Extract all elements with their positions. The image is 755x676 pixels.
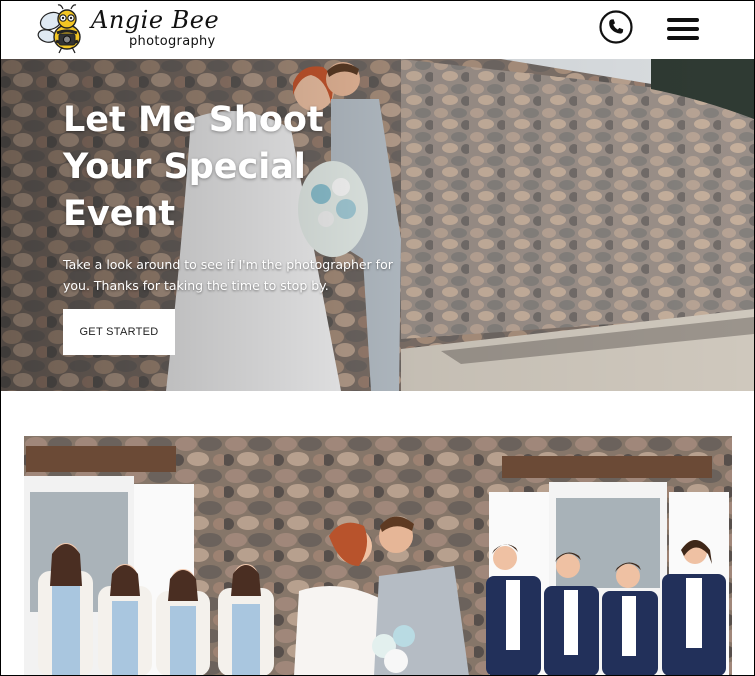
page-frame: Angie Bee photography Let Me Shoot Your … — [0, 0, 755, 676]
menu-bar-icon — [667, 27, 699, 31]
phone-icon — [599, 10, 633, 44]
phone-button[interactable] — [599, 10, 633, 44]
wedding-party-image — [24, 436, 732, 675]
hero-description: Take a look around to see if I'm the pho… — [63, 257, 393, 293]
bee-logo-icon — [37, 4, 81, 54]
menu-bar-icon — [667, 36, 699, 40]
hero-title: Let Me Shoot Your Special Event — [63, 100, 324, 234]
menu-bar-icon — [667, 18, 699, 22]
hero-section: Let Me Shoot Your Special Event Take a l… — [1, 59, 754, 391]
hamburger-menu-button[interactable] — [667, 15, 701, 41]
logo-subtitle: photography — [129, 34, 216, 49]
wedding-party-photo — [24, 436, 732, 675]
logo-title: Angie Bee — [91, 6, 220, 34]
get-started-button[interactable]: GET STARTED — [63, 309, 175, 355]
site-header: Angie Bee photography — [1, 1, 754, 59]
site-logo[interactable]: Angie Bee photography — [37, 3, 219, 57]
